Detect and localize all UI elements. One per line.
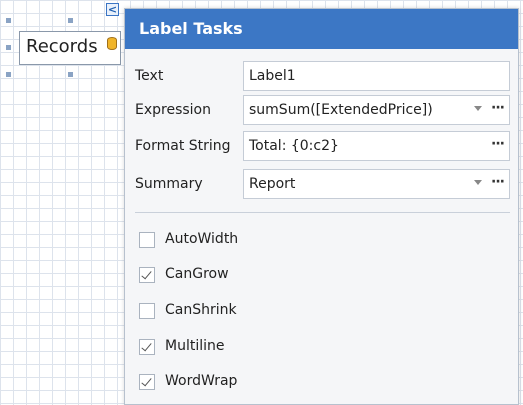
summary-label: Summary: [135, 176, 203, 192]
text-row: Text Label1: [125, 61, 518, 91]
summary-field-value: Report: [249, 176, 296, 192]
ellipsis-icon[interactable]: ···: [491, 174, 505, 190]
report-label-text: Records: [26, 36, 98, 57]
expression-row: Expression sumSum([ExtendedPrice]) ···: [125, 95, 518, 125]
divider: [135, 212, 510, 213]
autowidth-checkbox[interactable]: [139, 232, 155, 248]
format-string-label: Format String: [135, 138, 231, 154]
multiline-checkbox[interactable]: [139, 339, 155, 355]
text-label: Text: [135, 68, 164, 84]
panel-title: Label Tasks: [125, 9, 518, 49]
selection-handle-bottom-middle[interactable]: [68, 72, 73, 77]
cangrow-checkbox-label: CanGrow: [165, 266, 229, 282]
cangrow-checkbox[interactable]: [139, 267, 155, 283]
expression-field[interactable]: sumSum([ExtendedPrice]) ···: [243, 95, 510, 125]
selection-handle-bottom-left[interactable]: [6, 72, 11, 77]
canshrink-checkbox-label: CanShrink: [165, 302, 237, 318]
chevron-down-icon[interactable]: [474, 106, 482, 111]
chevron-down-icon[interactable]: [474, 180, 482, 185]
expression-field-value: sumSum([ExtendedPrice]): [249, 102, 433, 118]
text-field-value: Label1: [249, 68, 296, 84]
format-string-field[interactable]: Total: {0:c2} ···: [243, 131, 510, 161]
label-tasks-panel: Label Tasks Text Label1 Expression sumSu…: [124, 8, 519, 405]
expression-label: Expression: [135, 102, 211, 118]
report-label-control[interactable]: Records: [19, 31, 121, 65]
selection-handle-middle-left[interactable]: [6, 45, 11, 50]
ellipsis-icon[interactable]: ···: [491, 100, 505, 116]
wordwrap-checkbox[interactable]: [139, 374, 155, 390]
canshrink-checkbox[interactable]: [139, 303, 155, 319]
database-icon: [107, 37, 117, 50]
summary-field[interactable]: Report ···: [243, 169, 510, 199]
selection-handle-top-middle[interactable]: [68, 18, 73, 23]
multiline-checkbox-label: Multiline: [165, 338, 225, 354]
summary-row: Summary Report ···: [125, 169, 518, 199]
autowidth-checkbox-label: AutoWidth: [165, 231, 239, 247]
smart-tag-collapse-button[interactable]: <: [106, 3, 119, 16]
wordwrap-checkbox-label: WordWrap: [165, 373, 238, 389]
format-string-row: Format String Total: {0:c2} ···: [125, 131, 518, 161]
text-field[interactable]: Label1: [243, 61, 510, 91]
selection-handle-top-left[interactable]: [6, 18, 11, 23]
format-string-field-value: Total: {0:c2}: [249, 138, 339, 154]
ellipsis-icon[interactable]: ···: [491, 136, 505, 152]
